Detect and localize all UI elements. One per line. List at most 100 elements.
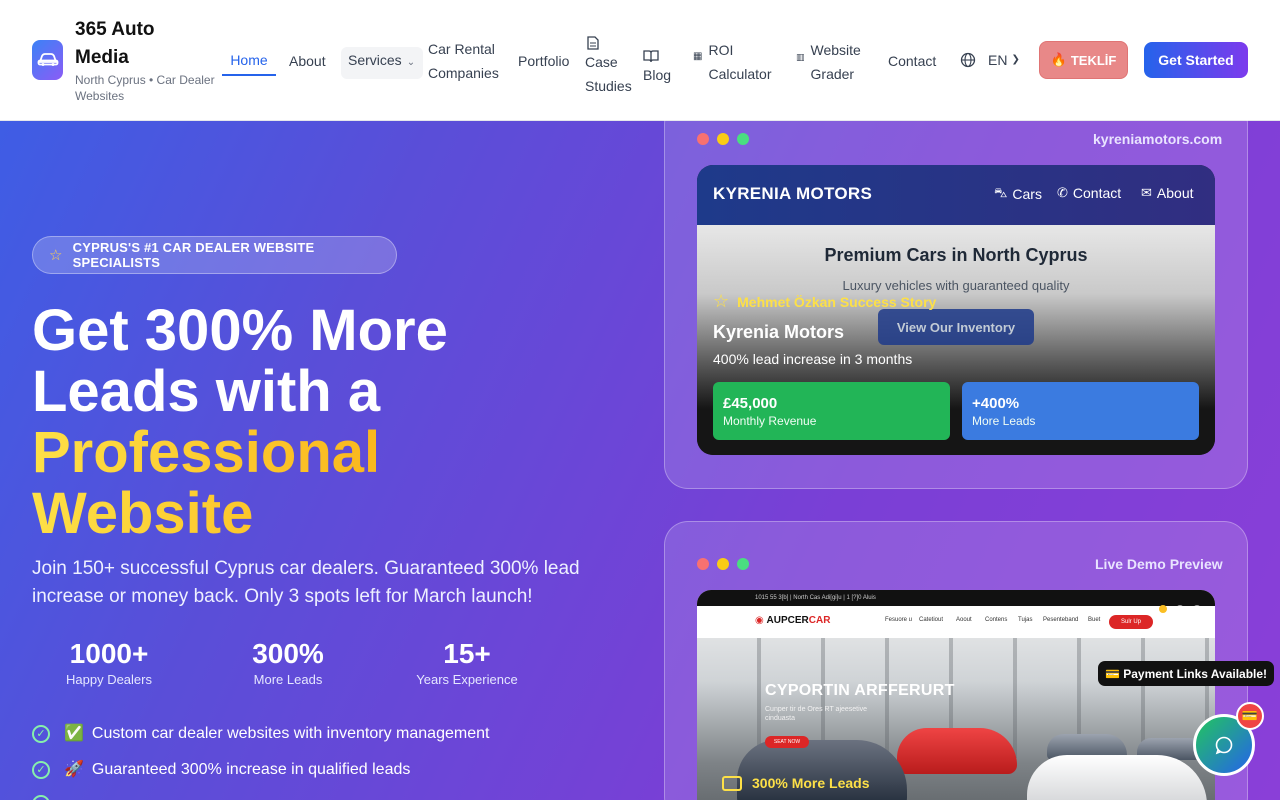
story-text: Mehmet Özkan Success Story xyxy=(737,293,937,310)
window-maximize-dot xyxy=(737,558,749,570)
nav-car-rental[interactable]: Car Rental Companies xyxy=(428,37,508,85)
demo-leads-text: 300% More Leads xyxy=(752,775,870,791)
hero-title-line2: Leads with a xyxy=(32,359,381,424)
carousel-dot[interactable] xyxy=(1176,605,1184,613)
hero-badge-text: CYPRUS'S #1 CAR DEALER WEBSITE SPECIALIS… xyxy=(72,240,315,270)
nav-case-studies-label: Case Studies xyxy=(585,54,632,94)
stat-label: Years Experience xyxy=(416,672,518,687)
demo-logo-prefix: AUPCER xyxy=(766,615,809,626)
nav-roi-calculator[interactable]: ▦ ROI Calculator xyxy=(693,38,783,86)
feature-item-partial: ✓ xyxy=(32,795,64,800)
carousel-dot-active[interactable] xyxy=(1159,605,1167,613)
preview-brand: KYRENIA MOTORS xyxy=(713,184,873,203)
stat-value: 1000+ xyxy=(69,638,149,669)
nav-about[interactable]: About xyxy=(289,49,326,73)
stat-label: Happy Dealers xyxy=(66,672,152,687)
credit-card-badge[interactable]: 💳 xyxy=(1236,702,1264,730)
nav-website-grader[interactable]: ▥ Website Grader xyxy=(796,38,876,86)
hero-title-highlight1: Professional xyxy=(32,422,592,483)
chevron-down-icon: ⌄ xyxy=(406,57,416,68)
demo-headline: CYPORTIN ARFFERURT xyxy=(765,682,955,699)
brand-tagline: North Cyprus • Car Dealer Websites xyxy=(75,73,215,103)
carousel-dot[interactable] xyxy=(1193,605,1201,613)
stat-years-experience: 15+ Years Experience xyxy=(406,637,528,689)
metric-label: Monthly Revenue xyxy=(723,414,817,428)
window-maximize-dot xyxy=(737,133,749,145)
showcase-preview[interactable]: KYRENIA MOTORS ⛍ Cars ✆ Contact ✉ About Pre… xyxy=(697,165,1215,455)
teklif-label: TEKLİF xyxy=(1070,52,1117,68)
document-icon xyxy=(587,36,599,50)
check-circle-icon: ✓ xyxy=(32,761,50,779)
demo-nav-link: Catetiout xyxy=(919,617,944,623)
nav-contact[interactable]: Contact xyxy=(888,49,936,73)
demo-leads-label: 300% More Leads xyxy=(722,775,870,791)
stat-value: 300% xyxy=(252,638,324,669)
gray-car-image xyxy=(737,740,907,800)
phone-icon: ✆ xyxy=(1057,185,1068,200)
feature-text: Custom car dealer websites with inventor… xyxy=(91,725,490,742)
preview-nav-about: ✉ About xyxy=(1141,185,1194,201)
metric-value: £45,000 xyxy=(723,395,778,412)
demo-preview[interactable]: 1015 55 3[b] | North Cas Adi[gi]u | 1 [?… xyxy=(697,590,1215,800)
preview-headline: Premium Cars in North Cyprus xyxy=(824,245,1088,265)
demo-nav-link: Aoout xyxy=(956,617,972,623)
logo-car-icon[interactable] xyxy=(32,40,63,80)
demo-signup-button: Sulr Up xyxy=(1109,615,1153,629)
nav-blog[interactable]: Blog xyxy=(643,50,683,87)
window-minimize-dot xyxy=(717,133,729,145)
chevron-down-icon: ❯ xyxy=(1011,54,1020,65)
demo-topbar: 1015 55 3[b] | North Cas Adi[gi]u | 1 [?… xyxy=(697,590,1215,606)
window-close-dot xyxy=(697,133,709,145)
metric-value: +400% xyxy=(972,395,1020,412)
hero-title-line1: Get 300% More xyxy=(32,298,448,363)
client-name: Kyrenia Motors xyxy=(713,322,845,342)
stat-more-leads: 300% More Leads xyxy=(230,637,346,689)
preview-nav-label: Contact xyxy=(1072,185,1122,201)
hero-subtitle: Join 150+ successful Cyprus car dealers.… xyxy=(32,558,580,607)
check-circle-icon: ✓ xyxy=(32,795,50,800)
nav-grader-label: Website Grader xyxy=(810,42,861,82)
brand-name[interactable]: 365 Auto Media xyxy=(75,16,195,72)
calculator-icon: ▦ xyxy=(693,51,703,62)
demo-nav-link: Fesuore u xyxy=(885,617,913,623)
teklif-button[interactable]: 🔥 TEKLİF xyxy=(1039,41,1128,79)
demo-logo-suffix: CAR xyxy=(808,615,831,626)
star-icon: ☆ xyxy=(713,291,730,311)
feature-emoji: 🚀 xyxy=(64,761,84,778)
nav-portfolio[interactable]: Portfolio xyxy=(518,49,569,73)
hero-title-highlight2: Website xyxy=(32,483,592,544)
nav-blog-label: Blog xyxy=(643,67,672,83)
demo-nav-link: Tujas xyxy=(1018,617,1033,623)
client-result: 400% lead increase in 3 months xyxy=(713,351,913,367)
feature-item: ✓ 🚀 Guaranteed 300% increase in qualifie… xyxy=(32,759,410,781)
demo-nav-link: Pesenteband xyxy=(1043,617,1079,623)
language-label: EN xyxy=(988,52,1008,68)
nav-services[interactable]: Services ⌄ xyxy=(341,47,423,79)
language-selector[interactable]: EN ❯ xyxy=(960,48,1020,72)
nav-services-label: Services xyxy=(348,52,402,68)
showcase-url: kyreniamotors.com xyxy=(1093,131,1223,147)
feature-item: ✓ ✅ Custom car dealer websites with inve… xyxy=(32,723,489,745)
nav-home[interactable]: Home xyxy=(222,48,276,76)
book-icon xyxy=(643,50,659,63)
preview-hero: Premium Cars in North Cyprus Luxury vehi… xyxy=(697,225,1215,455)
nav-case-studies[interactable]: Case Studies xyxy=(585,36,635,98)
check-circle-icon: ✓ xyxy=(32,725,50,743)
star-icon: ☆ xyxy=(49,247,63,264)
nav-roi-label: ROI Calculator xyxy=(708,42,772,82)
window-close-dot xyxy=(697,558,709,570)
preview-nav-label: About xyxy=(1156,185,1194,201)
preview-nav-contact: ✆ Contact xyxy=(1057,185,1121,201)
feature-text: Guaranteed 300% increase in qualified le… xyxy=(91,761,411,778)
stat-value: 15+ xyxy=(443,638,491,669)
red-car-image xyxy=(897,728,1017,774)
window-minimize-dot xyxy=(717,558,729,570)
preview-nav-label: Cars xyxy=(1012,186,1042,202)
hero-title: Get 300% More Leads with a Professional … xyxy=(32,300,592,544)
success-story-label: ☆ Mehmet Özkan Success Story xyxy=(713,291,936,312)
globe-icon xyxy=(960,52,976,68)
chat-bubble-icon xyxy=(1215,736,1233,755)
feature-emoji: ✅ xyxy=(64,725,84,742)
demo-nav-link: Buet xyxy=(1088,617,1101,623)
get-started-button[interactable]: Get Started xyxy=(1144,42,1248,78)
